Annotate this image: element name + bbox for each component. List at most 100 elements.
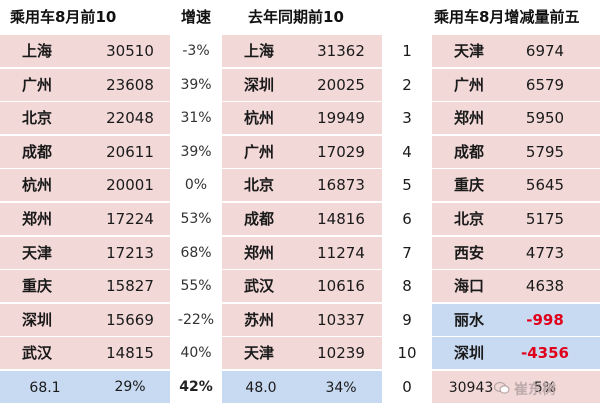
city-name: 郑州 [0,203,90,235]
table-row: 北京 22048 31% 杭州 19949 3 郑州 5950 [0,102,600,135]
table-row: 天津 17213 68% 郑州 11274 7 西安 4773 [0,236,600,270]
footer-share-c: 5% [510,371,600,403]
city-sales: 14815 [90,337,170,370]
increase-value: 5795 [510,135,600,168]
city-name: 上海 [0,35,90,67]
increase-city-name: 郑州 [432,102,510,135]
last-year-sales: 11274 [300,236,382,269]
city-sales: 15827 [90,270,170,303]
last-year-sales: 10616 [300,270,382,303]
footer-share-a: 29% [90,371,170,403]
city-name: 杭州 [0,169,90,202]
increase-city-name: 广州 [432,68,510,101]
table-row: 杭州 20001 0% 北京 16873 5 重庆 5645 [0,169,600,202]
increase-city-name: 西安 [432,236,510,269]
rank-number: 10 [397,344,417,363]
table-row: 广州 23608 39% 深圳 20025 2 广州 6579 [0,68,600,102]
last-year-city-name: 深圳 [222,68,300,101]
table-row: 郑州 17224 53% 成都 14816 6 北京 5175 [0,203,600,236]
growth-rate: -3% [171,35,221,67]
city-sales: 17213 [90,236,170,269]
footer-growth-total: 42% [171,371,221,403]
last-year-sales: 16873 [300,169,382,202]
footer-total-b: 48.0 [222,371,300,403]
header-increase-top5: 乘用车8月增减量前五 [432,0,600,34]
rank-number: 8 [402,277,412,296]
last-year-sales: 17029 [300,135,382,168]
footer-row: 68.1 29% 42% 48.0 34% 0 30943 5% [0,371,600,404]
city-sales: 17224 [90,203,170,235]
growth-rate: 68% [171,236,221,269]
city-sales: 22048 [90,102,170,135]
city-sales: 30510 [90,35,170,67]
table-row: 重庆 15827 55% 武汉 10616 8 海口 4638 [0,270,600,303]
growth-rate: 0% [171,169,221,202]
growth-rate: 40% [171,337,221,370]
last-year-city-name: 北京 [222,169,300,202]
last-year-sales: 31362 [300,35,382,67]
last-year-city-name: 上海 [222,35,300,67]
rank-number: 5 [402,176,412,195]
city-name: 深圳 [0,303,90,336]
increase-value: 5950 [510,102,600,135]
last-year-city-name: 武汉 [222,270,300,303]
increase-city-name: 海口 [432,270,510,303]
table-row: 成都 20611 39% 广州 17029 4 成都 5795 [0,135,600,169]
last-year-city-name: 郑州 [222,236,300,269]
rank-number: 6 [402,210,412,228]
last-year-sales: 10337 [300,303,382,336]
increase-value: 4773 [510,236,600,269]
last-year-sales: 10239 [300,337,382,370]
rank-number: 9 [402,310,412,329]
increase-city-name: 成都 [432,135,510,168]
header-top10-aug: 乘用车8月前10 [0,0,170,34]
growth-rate: 53% [171,203,221,235]
growth-rate: -22% [171,303,221,336]
rank-number: 2 [402,75,412,94]
header-last-year-top10: 去年同期前10 [222,0,422,34]
increase-value: 6579 [510,68,600,101]
city-sales: 20611 [90,135,170,168]
footer-share-b: 34% [300,371,382,403]
wechat-icon [494,381,510,394]
city-sales: 15669 [90,303,170,336]
city-name: 成都 [0,135,90,168]
last-year-city-name: 苏州 [222,303,300,336]
increase-value: 6974 [510,35,600,67]
city-name: 北京 [0,102,90,135]
growth-rate: 39% [171,68,221,101]
city-sales: 20001 [90,169,170,202]
city-name: 重庆 [0,270,90,303]
increase-value: 5645 [510,169,600,202]
increase-value: 4638 [510,270,600,303]
last-year-city-name: 广州 [222,135,300,168]
growth-rate: 39% [171,135,221,168]
city-name: 广州 [0,68,90,101]
city-sales: 23608 [90,68,170,101]
last-year-city-name: 杭州 [222,102,300,135]
table-row: 上海 30510 -3% 上海 31362 1 天津 6974 [0,35,600,68]
last-year-city-name: 成都 [222,203,300,235]
increase-city-name: 北京 [432,203,510,235]
table-row: 武汉 14815 40% 天津 10239 10 深圳 -4356 [0,337,600,370]
rank-number: 3 [402,109,412,128]
rank-number: 1 [402,42,412,60]
increase-value: 5175 [510,203,600,235]
increase-value: -998 [510,303,600,336]
growth-rate: 31% [171,102,221,135]
last-year-sales: 19949 [300,102,382,135]
last-year-city-name: 天津 [222,337,300,370]
last-year-sales: 20025 [300,68,382,101]
table-row: 深圳 15669 -22% 苏州 10337 9 丽水 -998 [0,303,600,337]
increase-value: -4356 [510,337,600,370]
increase-city-name: 重庆 [432,169,510,202]
city-name: 武汉 [0,337,90,370]
last-year-sales: 14816 [300,203,382,235]
increase-city-name: 天津 [432,35,510,67]
header-growth: 增速 [171,0,221,34]
increase-city-name: 丽水 [432,303,510,336]
rank-number: 7 [402,243,412,262]
rank-number: 4 [402,142,412,161]
footer-rank: 0 [402,378,412,396]
city-name: 天津 [0,236,90,269]
